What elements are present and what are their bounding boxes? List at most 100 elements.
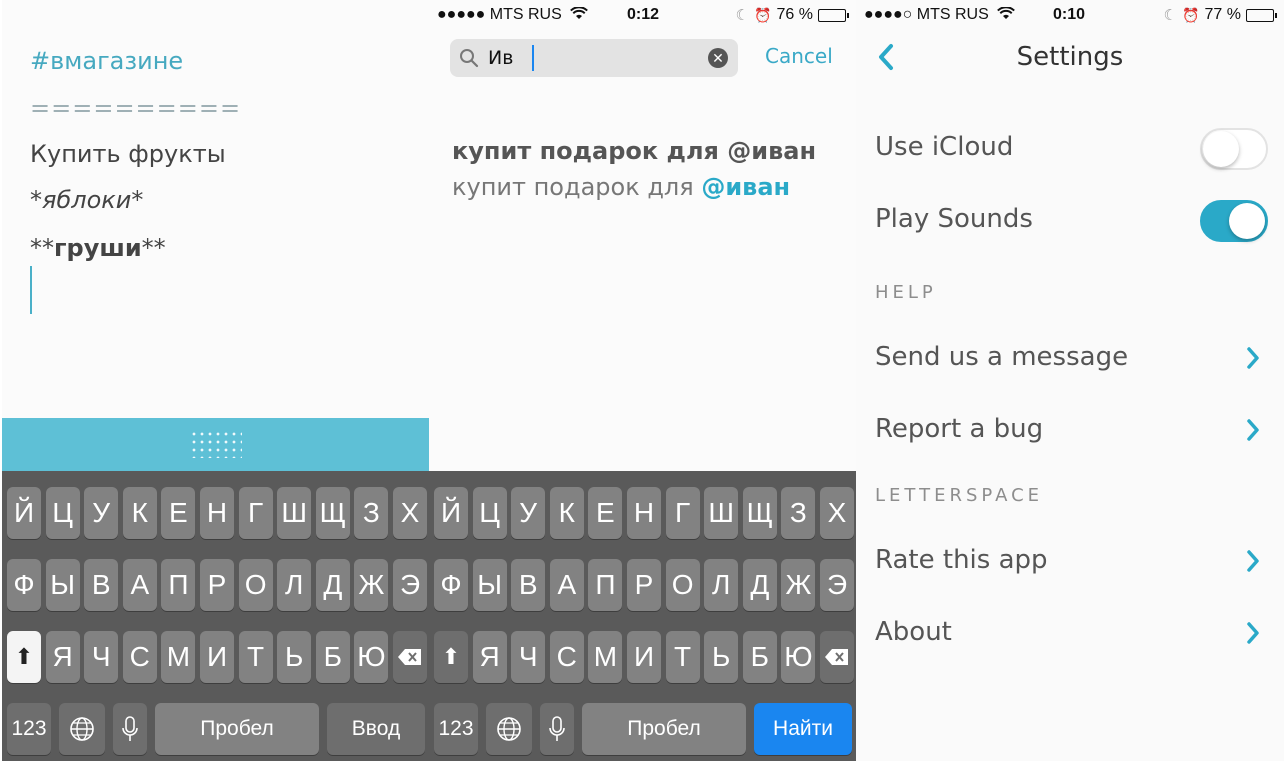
- shift-key[interactable]: ⬆: [434, 631, 468, 683]
- key-letter[interactable]: Ы: [472, 559, 507, 611]
- settings-row-report-bug[interactable]: Report a bug: [856, 398, 1284, 462]
- editor-line-italic[interactable]: *яблоки*: [30, 186, 143, 214]
- key-letter[interactable]: А: [549, 559, 584, 611]
- numbers-key[interactable]: 123: [7, 703, 51, 755]
- use-icloud-toggle[interactable]: [1200, 128, 1268, 170]
- numbers-key[interactable]: 123: [434, 703, 478, 755]
- editor-hashtag[interactable]: #вмагазине: [30, 47, 183, 75]
- cancel-button[interactable]: Cancel: [765, 44, 833, 68]
- settings-row-send-message[interactable]: Send us a message: [856, 326, 1284, 390]
- key-letter[interactable]: П: [588, 559, 623, 611]
- key-letter[interactable]: Ж: [354, 559, 389, 611]
- key-letter[interactable]: Н: [627, 487, 661, 539]
- key-letter[interactable]: Ю: [781, 631, 816, 683]
- dictation-key[interactable]: [540, 703, 574, 755]
- search-icon: [460, 49, 479, 68]
- keyboard-drag-handle[interactable]: [2, 418, 429, 471]
- search-result-title[interactable]: купит подарок для @иван: [452, 137, 816, 165]
- space-key[interactable]: Пробел: [582, 703, 746, 755]
- key-letter[interactable]: З: [354, 487, 389, 539]
- bold-prefix: **: [30, 234, 54, 262]
- key-letter[interactable]: К: [122, 487, 157, 539]
- key-letter[interactable]: О: [238, 559, 273, 611]
- key-letter[interactable]: А: [122, 559, 157, 611]
- key-letter[interactable]: С: [122, 631, 157, 683]
- snippet-text: купит подарок для: [452, 173, 702, 201]
- key-letter[interactable]: Н: [200, 487, 234, 539]
- key-letter[interactable]: Ф: [434, 559, 468, 611]
- key-letter[interactable]: Э: [393, 559, 427, 611]
- key-letter[interactable]: Я: [45, 631, 80, 683]
- key-letter[interactable]: Г: [238, 487, 273, 539]
- key-letter[interactable]: У: [84, 487, 119, 539]
- key-letter[interactable]: Ц: [45, 487, 80, 539]
- key-letter[interactable]: С: [549, 631, 584, 683]
- key-letter[interactable]: Щ: [742, 487, 777, 539]
- play-sounds-toggle[interactable]: [1200, 200, 1268, 242]
- space-key[interactable]: Пробел: [155, 703, 319, 755]
- key-letter[interactable]: Д: [315, 559, 350, 611]
- key-letter[interactable]: Т: [238, 631, 273, 683]
- key-letter[interactable]: Р: [200, 559, 234, 611]
- key-letter[interactable]: Й: [434, 487, 468, 539]
- dictation-key[interactable]: [113, 703, 147, 755]
- search-result-snippet[interactable]: купит подарок для @иван: [452, 173, 790, 201]
- key-letter[interactable]: Щ: [315, 487, 350, 539]
- key-letter[interactable]: У: [511, 487, 546, 539]
- key-letter[interactable]: Ш: [704, 487, 739, 539]
- key-letter[interactable]: Г: [665, 487, 700, 539]
- backspace-key[interactable]: [820, 631, 854, 683]
- bold-word: груши: [54, 234, 142, 262]
- key-letter[interactable]: М: [588, 631, 623, 683]
- settings-row-rate-app[interactable]: Rate this app: [856, 529, 1284, 593]
- key-letter[interactable]: Ч: [511, 631, 546, 683]
- return-key[interactable]: Ввод: [327, 703, 425, 755]
- key-letter[interactable]: П: [161, 559, 196, 611]
- chevron-right-icon: [1247, 347, 1259, 369]
- key-letter[interactable]: Й: [7, 487, 41, 539]
- chevron-right-icon: [1247, 622, 1259, 644]
- key-letter[interactable]: И: [200, 631, 234, 683]
- backspace-key[interactable]: [393, 631, 427, 683]
- key-letter[interactable]: Ю: [354, 631, 389, 683]
- editor-line-bold[interactable]: **груши**: [30, 234, 166, 262]
- key-letter[interactable]: К: [549, 487, 584, 539]
- key-letter[interactable]: Х: [393, 487, 427, 539]
- key-letter[interactable]: Я: [472, 631, 507, 683]
- editor-heading-rule[interactable]: ==========: [30, 94, 241, 122]
- key-letter[interactable]: Ы: [45, 559, 80, 611]
- key-letter[interactable]: М: [161, 631, 196, 683]
- key-letter[interactable]: Ц: [472, 487, 507, 539]
- globe-key[interactable]: [486, 703, 532, 755]
- key-letter[interactable]: Б: [742, 631, 777, 683]
- shift-key[interactable]: ⬆: [7, 631, 41, 683]
- search-key[interactable]: Найти: [754, 703, 852, 755]
- key-letter[interactable]: Ь: [277, 631, 312, 683]
- key-letter[interactable]: Т: [665, 631, 700, 683]
- key-letter[interactable]: Ш: [277, 487, 312, 539]
- key-letter[interactable]: И: [627, 631, 661, 683]
- key-letter[interactable]: В: [511, 559, 546, 611]
- key-letter[interactable]: Ф: [7, 559, 41, 611]
- key-letter[interactable]: Л: [704, 559, 739, 611]
- key-letter[interactable]: Э: [820, 559, 854, 611]
- key-letter[interactable]: Б: [315, 631, 350, 683]
- key-letter[interactable]: Ь: [704, 631, 739, 683]
- search-input[interactable]: Ив ✕: [450, 39, 738, 77]
- send-message-label: Send us a message: [875, 342, 1129, 372]
- key-letter[interactable]: З: [781, 487, 816, 539]
- key-letter[interactable]: Р: [627, 559, 661, 611]
- key-letter[interactable]: Д: [742, 559, 777, 611]
- key-letter[interactable]: Е: [161, 487, 196, 539]
- key-letter[interactable]: Е: [588, 487, 623, 539]
- key-letter[interactable]: О: [665, 559, 700, 611]
- editor-line-text[interactable]: Купить фрукты: [30, 140, 226, 168]
- settings-row-about[interactable]: About: [856, 601, 1284, 665]
- globe-key[interactable]: [59, 703, 105, 755]
- key-letter[interactable]: В: [84, 559, 119, 611]
- clear-icon[interactable]: ✕: [708, 48, 728, 68]
- key-letter[interactable]: Ч: [84, 631, 119, 683]
- key-letter[interactable]: Л: [277, 559, 312, 611]
- key-letter[interactable]: Х: [820, 487, 854, 539]
- key-letter[interactable]: Ж: [781, 559, 816, 611]
